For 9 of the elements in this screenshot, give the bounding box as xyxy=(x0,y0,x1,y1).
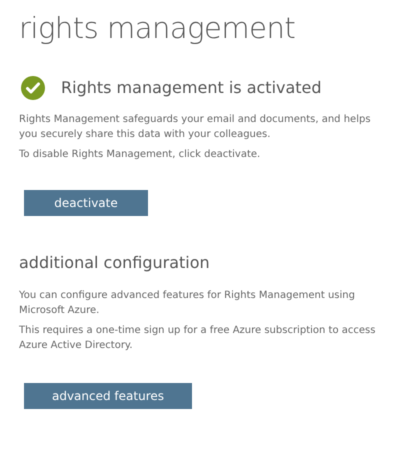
deactivate-button[interactable]: deactivate xyxy=(24,190,148,216)
description-text: This requires a one-time sign up for a free Azure subscription to access Azure Active Directory. xyxy=(19,324,376,353)
description-text: To disable Rights Management, click deactivate. xyxy=(19,148,262,162)
page-title: rights management xyxy=(19,10,296,46)
advanced-features-button[interactable]: advanced features xyxy=(24,383,192,409)
description-text: Rights Management safeguards your email and documents, and helps you securely share this data with your colleagues. xyxy=(19,113,372,142)
description-text: You can configure advanced features for Rights Management using Microsoft Azure. xyxy=(19,289,356,318)
status-text: Rights management is activated xyxy=(61,77,322,99)
section-heading: additional configuration xyxy=(19,252,210,274)
